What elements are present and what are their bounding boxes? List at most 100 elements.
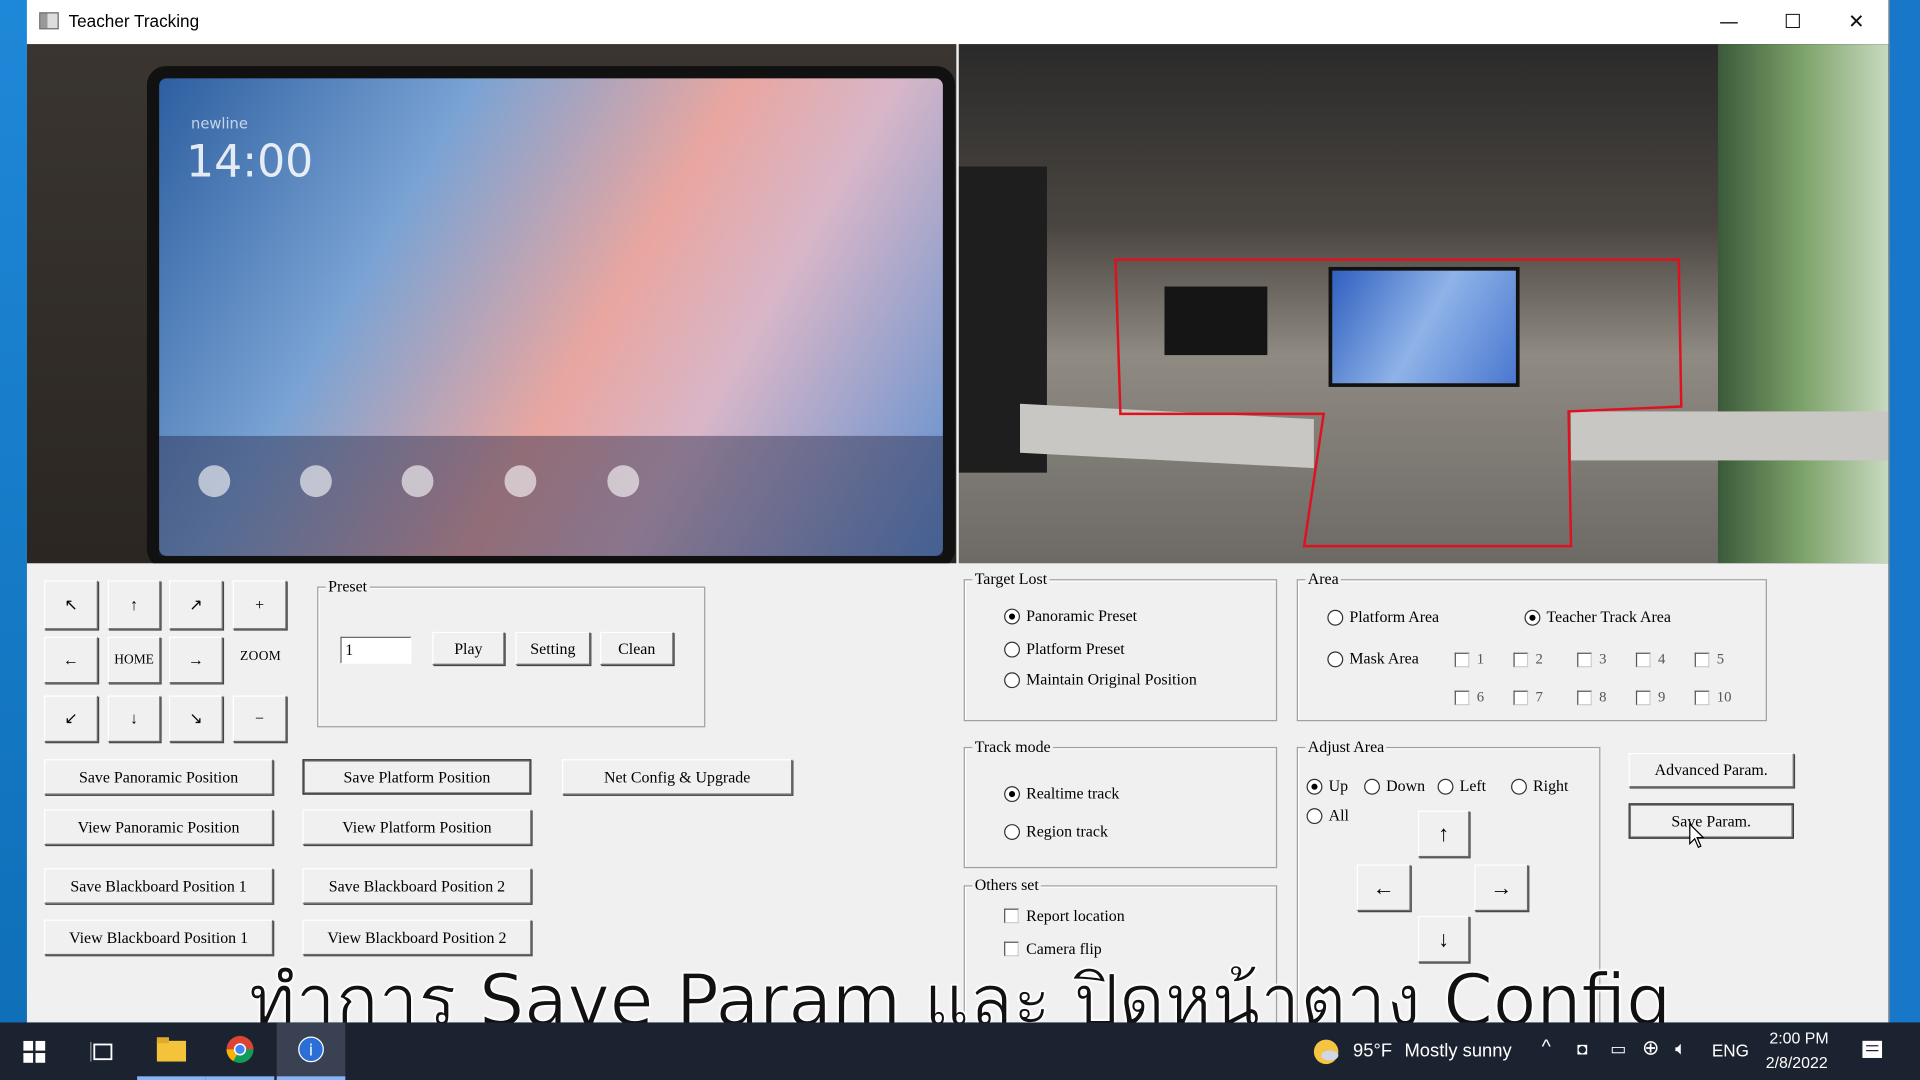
dock-app-icon	[198, 465, 231, 498]
preset-clean-button[interactable]: Clean	[600, 631, 674, 665]
radio-adjust-left[interactable]: Left	[1437, 776, 1486, 796]
radio-maintain-original-position[interactable]: Maintain Original Position	[1004, 670, 1197, 690]
radio-label: Realtime track	[1026, 783, 1120, 803]
radio-platform-area[interactable]: Platform Area	[1327, 607, 1439, 627]
save-blackboard-position-1-button[interactable]: Save Blackboard Position 1	[44, 868, 274, 904]
zoom-in-button[interactable]: +	[232, 580, 287, 630]
mask-checkbox-8[interactable]: 8	[1577, 688, 1607, 706]
view-platform-position-button[interactable]: View Platform Position	[302, 809, 532, 845]
ptz-up-left-button[interactable]: ↖	[44, 580, 98, 630]
ptz-down-left-button[interactable]: ↙	[44, 695, 98, 743]
radio-label: Right	[1533, 776, 1569, 795]
radio-adjust-all[interactable]: All	[1306, 806, 1349, 826]
radio-panoramic-preset[interactable]: Panoramic Preset	[1004, 606, 1137, 626]
svg-text:i: i	[309, 1041, 313, 1060]
ptz-left-button[interactable]: ←	[44, 636, 98, 684]
radio-label: Platform Area	[1349, 607, 1440, 626]
checkbox-label: 8	[1599, 688, 1607, 706]
window-title: Teacher Tracking	[68, 11, 200, 31]
radio-indicator	[1004, 823, 1021, 840]
weather-description[interactable]: Mostly sunny	[1404, 1041, 1511, 1062]
volume-icon[interactable]: 🔈︎	[1675, 1037, 1686, 1059]
mask-checkbox-4[interactable]: 4	[1635, 650, 1665, 668]
ptz-home-button[interactable]: HOME	[107, 636, 161, 684]
radio-indicator	[1306, 778, 1323, 795]
input-language[interactable]: ENG	[1712, 1041, 1749, 1061]
area-legend: Area	[1305, 569, 1342, 589]
radio-region-track[interactable]: Region track	[1004, 822, 1108, 842]
radio-indicator	[1364, 778, 1381, 795]
radio-teacher-track-area[interactable]: Teacher Track Area	[1524, 607, 1671, 627]
adjust-left-button[interactable]: ←	[1356, 864, 1411, 912]
mask-checkbox-3[interactable]: 3	[1577, 650, 1607, 668]
close-button[interactable]: ✕	[1824, 0, 1888, 42]
mouse-cursor-icon	[1689, 822, 1705, 849]
checkbox-label: 3	[1599, 650, 1607, 668]
save-param-button[interactable]: Save Param.	[1628, 803, 1794, 839]
mask-checkbox-5[interactable]: 5	[1694, 650, 1725, 668]
preset-play-button[interactable]: Play	[432, 631, 505, 665]
mask-checkbox-7[interactable]: 7	[1513, 688, 1543, 706]
adjust-area-legend: Adjust Area	[1305, 737, 1387, 757]
radio-realtime-track[interactable]: Realtime track	[1004, 784, 1119, 804]
checkbox-label: Report location	[1026, 906, 1125, 925]
file-explorer-button[interactable]	[137, 1022, 206, 1080]
radio-indicator	[1327, 609, 1344, 626]
network-globe-icon[interactable]: ⊕	[1642, 1036, 1659, 1060]
radio-mask-area[interactable]: Mask Area	[1327, 648, 1419, 669]
notifications-icon[interactable]	[1861, 1040, 1883, 1062]
taskbar: i 95°F Mostly sunny ^ ◘ ▭ ⊕ 🔈︎ ENG 2:00 …	[0, 1022, 1920, 1080]
ptz-down-right-button[interactable]: ↘	[168, 695, 223, 743]
track-area-polygon	[1114, 258, 1683, 548]
mask-checkbox-9[interactable]: 9	[1635, 688, 1665, 706]
battery-icon[interactable]: ▭	[1610, 1038, 1626, 1059]
windows-logo-icon	[23, 1040, 46, 1063]
radio-adjust-down[interactable]: Down	[1364, 776, 1425, 796]
zoom-out-button[interactable]: −	[232, 695, 287, 743]
mask-checkbox-6[interactable]: 6	[1454, 688, 1484, 706]
view-panoramic-position-button[interactable]: View Panoramic Position	[44, 809, 274, 845]
preset-setting-button[interactable]: Setting	[515, 631, 591, 665]
save-blackboard-position-2-button[interactable]: Save Blackboard Position 2	[302, 868, 532, 904]
radio-label: Mask Area	[1349, 648, 1419, 668]
dock-app-icon	[300, 465, 332, 498]
mask-checkbox-1[interactable]: 1	[1454, 650, 1484, 668]
report-location-checkbox[interactable]: Report location	[1004, 906, 1125, 926]
advanced-param-button[interactable]: Advanced Param.	[1628, 753, 1794, 788]
meet-now-icon[interactable]: ◘	[1577, 1038, 1587, 1058]
track-mode-legend: Track mode	[972, 737, 1054, 757]
clock-date[interactable]: 2/8/2022	[1766, 1053, 1828, 1071]
radio-platform-preset[interactable]: Platform Preset	[1004, 639, 1125, 659]
radio-label: Region track	[1026, 821, 1108, 841]
save-platform-position-button[interactable]: Save Platform Position	[302, 759, 532, 795]
maximize-button[interactable]: ☐	[1761, 0, 1825, 42]
adjust-up-button[interactable]: ↑	[1417, 810, 1470, 858]
mask-checkbox-10[interactable]: 10	[1694, 688, 1731, 706]
folder-icon	[156, 1037, 187, 1062]
ptz-down-button[interactable]: ↓	[107, 695, 161, 743]
target-lost-legend: Target Lost	[972, 569, 1050, 589]
interactive-display: newline 14:00	[159, 78, 943, 556]
radio-adjust-up[interactable]: Up	[1306, 776, 1348, 796]
adjust-right-button[interactable]: →	[1474, 864, 1529, 912]
clock-time[interactable]: 2:00 PM	[1769, 1029, 1828, 1047]
start-button[interactable]	[0, 1022, 69, 1080]
weather-temperature[interactable]: 95°F	[1353, 1041, 1392, 1062]
radio-indicator	[1004, 671, 1021, 688]
mask-checkbox-2[interactable]: 2	[1513, 650, 1543, 668]
task-view-button[interactable]	[69, 1022, 138, 1080]
checkbox-label: 5	[1716, 650, 1725, 668]
chrome-button[interactable]	[205, 1022, 275, 1080]
radio-adjust-right[interactable]: Right	[1511, 776, 1568, 796]
preset-legend: Preset	[325, 576, 370, 597]
preset-number-input[interactable]	[340, 636, 412, 664]
net-config-upgrade-button[interactable]: Net Config & Upgrade	[562, 759, 793, 795]
save-panoramic-position-button[interactable]: Save Panoramic Position	[44, 759, 274, 795]
teacher-tracking-taskbar-button[interactable]: i	[276, 1022, 346, 1080]
show-hidden-icons-chevron-icon[interactable]: ^	[1542, 1037, 1551, 1059]
ptz-up-right-button[interactable]: ↗	[168, 580, 223, 630]
weather-sunny-icon	[1313, 1039, 1339, 1065]
minimize-button[interactable]: —	[1697, 0, 1761, 42]
ptz-up-button[interactable]: ↑	[107, 580, 161, 630]
ptz-right-button[interactable]: →	[168, 636, 223, 684]
